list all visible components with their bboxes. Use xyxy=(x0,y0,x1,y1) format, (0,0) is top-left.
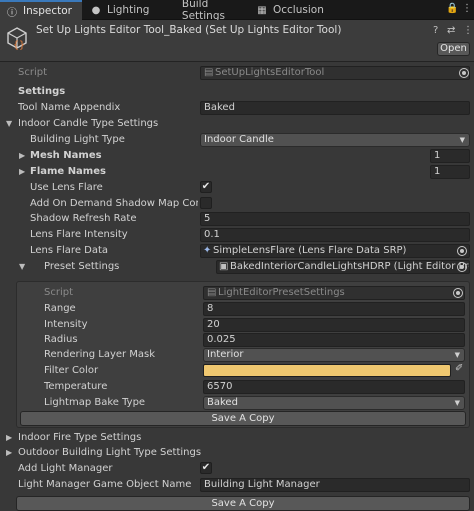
flame-names-label[interactable]: Flame Names xyxy=(30,165,106,178)
open-button[interactable]: Open xyxy=(437,42,470,56)
chevron-down-icon: ▼ xyxy=(459,136,465,144)
tab-label: Build Settings xyxy=(181,0,225,22)
outdoor-building-heading[interactable]: Outdoor Building Light Type Settings xyxy=(18,446,201,459)
building-light-type-dropdown[interactable]: Indoor Candle ▼ xyxy=(200,133,470,147)
indoor-candle-heading[interactable]: Indoor Candle Type Settings xyxy=(18,117,158,130)
outdoor-building-foldout-icon[interactable]: ▶ xyxy=(6,446,12,459)
tab-occlusion[interactable]: ▦ Occlusion xyxy=(250,0,330,20)
preset-script-label: Script xyxy=(44,287,74,298)
lightmap-bake-type-value: Baked xyxy=(207,397,238,408)
tab-label: Lighting xyxy=(107,4,150,16)
temperature-label: Temperature xyxy=(44,381,108,392)
rendering-layer-mask-dropdown[interactable]: Interior ▼ xyxy=(203,348,465,362)
light-manager-name-input[interactable]: Building Light Manager xyxy=(200,478,470,492)
mesh-names-count[interactable]: 1 xyxy=(430,149,470,163)
preset-settings-value: BakedInteriorCandleLightsHDRP (Light Edi… xyxy=(230,261,470,272)
lens-flare-intensity-label: Lens Flare Intensity xyxy=(30,229,128,240)
flame-names-foldout-icon[interactable]: ▶ xyxy=(19,165,25,178)
header-title: Set Up Lights Editor Tool_Baked (Set Up … xyxy=(36,24,342,36)
add-light-manager-label: Add Light Manager xyxy=(18,463,113,474)
script-label: Script xyxy=(18,67,48,78)
tab-label: Inspector xyxy=(23,5,72,17)
shadow-refresh-rate-label: Shadow Refresh Rate xyxy=(30,213,137,224)
radius-label: Radius xyxy=(44,334,78,345)
preset-icon[interactable]: ⇄ xyxy=(447,25,455,36)
preset-asset-icon: ▣ xyxy=(219,261,229,272)
use-lens-flare-label: Use Lens Flare xyxy=(30,182,103,193)
eyedropper-icon[interactable]: ✐ xyxy=(455,363,463,374)
lock-icon[interactable]: 🔒 xyxy=(446,3,458,14)
inspector-header: {} Set Up Lights Editor Tool_Baked (Set … xyxy=(0,20,474,62)
preset-script-icon: ▤ xyxy=(207,287,217,298)
info-icon: ⓘ xyxy=(7,7,17,19)
add-on-demand-shadow-label: Add On Demand Shadow Map Compo xyxy=(30,198,198,209)
help-icon[interactable]: ? xyxy=(433,25,438,36)
lens-flare-data-label: Lens Flare Data xyxy=(30,245,109,256)
intensity-input[interactable]: 20 xyxy=(203,318,465,332)
preset-script-field: ▤ LightEditorPresetSettings xyxy=(203,286,465,300)
preset-object-picker-icon[interactable] xyxy=(457,262,467,272)
indoor-fire-heading[interactable]: Indoor Fire Type Settings xyxy=(18,431,141,444)
temperature-input[interactable]: 6570 xyxy=(203,380,465,394)
preset-script-value: LightEditorPresetSettings xyxy=(218,287,345,298)
flame-names-count[interactable]: 1 xyxy=(430,165,470,179)
tool-name-appendix-input[interactable]: Baked xyxy=(200,101,470,115)
rendering-layer-mask-label: Rendering Layer Mask xyxy=(44,349,156,360)
script-asset-icon: {} xyxy=(6,26,28,51)
menu-icon[interactable]: ⋮ xyxy=(462,3,472,14)
indoor-candle-foldout-icon[interactable]: ▼ xyxy=(6,117,12,130)
lens-flare-data-value: SimpleLensFlare (Lens Flare Data SRP) xyxy=(213,245,407,256)
preset-script-picker-icon xyxy=(453,288,463,298)
lightmap-bake-type-label: Lightmap Bake Type xyxy=(44,397,146,408)
range-input[interactable]: 8 xyxy=(203,302,465,316)
rendering-layer-mask-value: Interior xyxy=(207,349,244,360)
script-field: ▤ SetUpLightsEditorTool xyxy=(200,66,470,80)
add-on-demand-shadow-checkbox[interactable] xyxy=(200,197,212,209)
shadow-refresh-rate-input[interactable]: 5 xyxy=(200,212,470,226)
occlusion-icon: ▦ xyxy=(257,4,267,16)
lightmap-bake-type-dropdown[interactable]: Baked ▼ xyxy=(203,396,465,410)
lens-flare-object-picker-icon[interactable] xyxy=(457,246,467,256)
chevron-down-icon: ▼ xyxy=(454,399,460,407)
object-picker-icon xyxy=(459,68,469,78)
tab-bar: ⓘ Inspector ● Lighting Build Settings ▦ … xyxy=(0,0,474,22)
tab-label: Occlusion xyxy=(273,4,324,16)
building-light-type-value: Indoor Candle xyxy=(204,134,274,145)
use-lens-flare-checkbox[interactable]: ✔ xyxy=(200,181,212,193)
svg-text:{}: {} xyxy=(13,40,25,50)
lightbulb-icon: ● xyxy=(91,4,101,16)
preset-save-copy-button[interactable]: Save A Copy xyxy=(20,411,466,426)
tool-name-appendix-label: Tool Name Appendix xyxy=(18,102,121,113)
building-light-type-label: Building Light Type xyxy=(30,134,125,145)
mesh-names-foldout-icon[interactable]: ▶ xyxy=(19,149,25,162)
tab-lighting[interactable]: ● Lighting xyxy=(84,0,156,20)
settings-heading: Settings xyxy=(18,86,66,97)
radius-input[interactable]: 0.025 xyxy=(203,333,465,347)
preset-settings-label[interactable]: Preset Settings xyxy=(44,260,119,273)
preset-settings-foldout-icon[interactable]: ▼ xyxy=(19,260,25,273)
more-icon[interactable]: ⋮ xyxy=(463,25,473,36)
tab-inspector[interactable]: ⓘ Inspector xyxy=(0,0,82,20)
tab-build-settings[interactable]: Build Settings xyxy=(160,0,248,22)
light-manager-name-label: Light Manager Game Object Name xyxy=(18,479,192,490)
range-label: Range xyxy=(44,303,76,314)
save-copy-button[interactable]: Save A Copy xyxy=(16,496,470,511)
mesh-names-label[interactable]: Mesh Names xyxy=(30,149,102,162)
script-value: SetUpLightsEditorTool xyxy=(215,67,325,78)
script-icon: ▤ xyxy=(204,67,214,78)
indoor-fire-foldout-icon[interactable]: ▶ xyxy=(6,431,12,444)
intensity-label: Intensity xyxy=(44,319,88,330)
lens-flare-data-field[interactable]: ✦ SimpleLensFlare (Lens Flare Data SRP) xyxy=(200,244,470,258)
preset-settings-field[interactable]: ▣ BakedInteriorCandleLightsHDRP (Light E… xyxy=(216,260,470,274)
chevron-down-icon: ▼ xyxy=(454,351,460,359)
lens-flare-intensity-input[interactable]: 0.1 xyxy=(200,228,470,242)
lens-flare-asset-icon: ✦ xyxy=(203,245,212,256)
filter-color-swatch[interactable] xyxy=(203,364,451,377)
filter-color-label: Filter Color xyxy=(44,365,99,376)
add-light-manager-checkbox[interactable]: ✔ xyxy=(200,462,212,474)
